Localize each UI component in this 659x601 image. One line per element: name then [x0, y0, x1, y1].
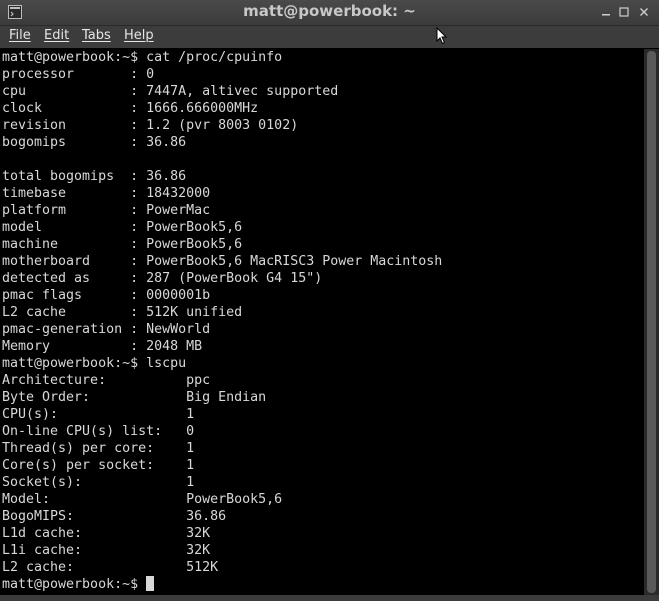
terminal-line: pmac-generation : NewWorld: [2, 322, 211, 337]
terminal-line: revision : 1.2 (pvr 8003 0102): [2, 118, 299, 133]
terminal-line: platform : PowerMac: [2, 203, 211, 218]
terminal-prompt-line[interactable]: matt@powerbook:~$: [0, 576, 644, 593]
terminal-line: machine : PowerBook5,6: [2, 237, 243, 252]
window-bottom-border: [0, 595, 659, 601]
terminal-line: clock : 1666.666000MHz: [2, 101, 259, 116]
terminal-line: L2 cache: 512K: [2, 560, 219, 575]
terminal-line: Architecture: ppc: [2, 373, 211, 388]
mouse-pointer-icon: [436, 26, 448, 50]
maximize-icon[interactable]: [616, 4, 632, 20]
menu-edit[interactable]: Edit: [44, 28, 69, 43]
terminal-window: matt@powerbook: ~ File Edit Tabs Help ma…: [0, 0, 659, 601]
minimize-icon[interactable]: [598, 4, 614, 20]
terminal-line: Memory : 2048 MB: [2, 339, 203, 354]
terminal-line: matt@powerbook:~$ lscpu: [2, 356, 187, 371]
terminal-line: timebase : 18432000: [2, 186, 211, 201]
shell-prompt: matt@powerbook:~$: [2, 577, 147, 592]
window-title: matt@powerbook: ~: [243, 2, 416, 20]
terminal-line: L1d cache: 32K: [2, 526, 211, 541]
terminal-line: L2 cache : 512K unified: [2, 305, 243, 320]
text-cursor: [146, 576, 155, 591]
terminal-line: cpu : 7447A, altivec supported: [2, 84, 339, 99]
terminal-line: L1i cache: 32K: [2, 543, 211, 558]
menu-help[interactable]: Help: [124, 28, 154, 43]
vertical-scrollbar[interactable]: [644, 49, 659, 595]
terminal-line: Model: PowerBook5,6: [2, 492, 283, 507]
terminal-output[interactable]: matt@powerbook:~$ cat /proc/cpuinfo proc…: [0, 49, 644, 595]
terminal-line: BogoMIPS: 36.86: [2, 509, 227, 524]
terminal-line: matt@powerbook:~$ cat /proc/cpuinfo: [2, 50, 283, 65]
close-icon[interactable]: [636, 4, 652, 20]
terminal-line: Byte Order: Big Endian: [2, 390, 267, 405]
terminal-line: total bogomips : 36.86: [2, 169, 187, 184]
terminal-line: detected as : 287 (PowerBook G4 15"): [2, 271, 323, 286]
terminal-line: CPU(s): 1: [2, 407, 195, 422]
title-bar[interactable]: matt@powerbook: ~: [0, 0, 659, 26]
terminal-line: pmac flags : 0000001b: [2, 288, 211, 303]
terminal-line: model : PowerBook5,6: [2, 220, 243, 235]
menu-bar: File Edit Tabs Help: [0, 26, 659, 48]
terminal-line: On-line CPU(s) list: 0: [2, 424, 195, 439]
menu-file[interactable]: File: [9, 28, 31, 43]
terminal-line: Socket(s): 1: [2, 475, 195, 490]
scrollbar-thumb[interactable]: [647, 51, 656, 593]
menu-tabs[interactable]: Tabs: [82, 28, 111, 43]
terminal-line: Thread(s) per core: 1: [2, 441, 195, 456]
terminal-line: motherboard : PowerBook5,6 MacRISC3 Powe…: [2, 254, 443, 269]
terminal-line: Core(s) per socket: 1: [2, 458, 195, 473]
terminal-line: bogomips : 36.86: [2, 135, 187, 150]
terminal-line: processor : 0: [2, 67, 155, 82]
